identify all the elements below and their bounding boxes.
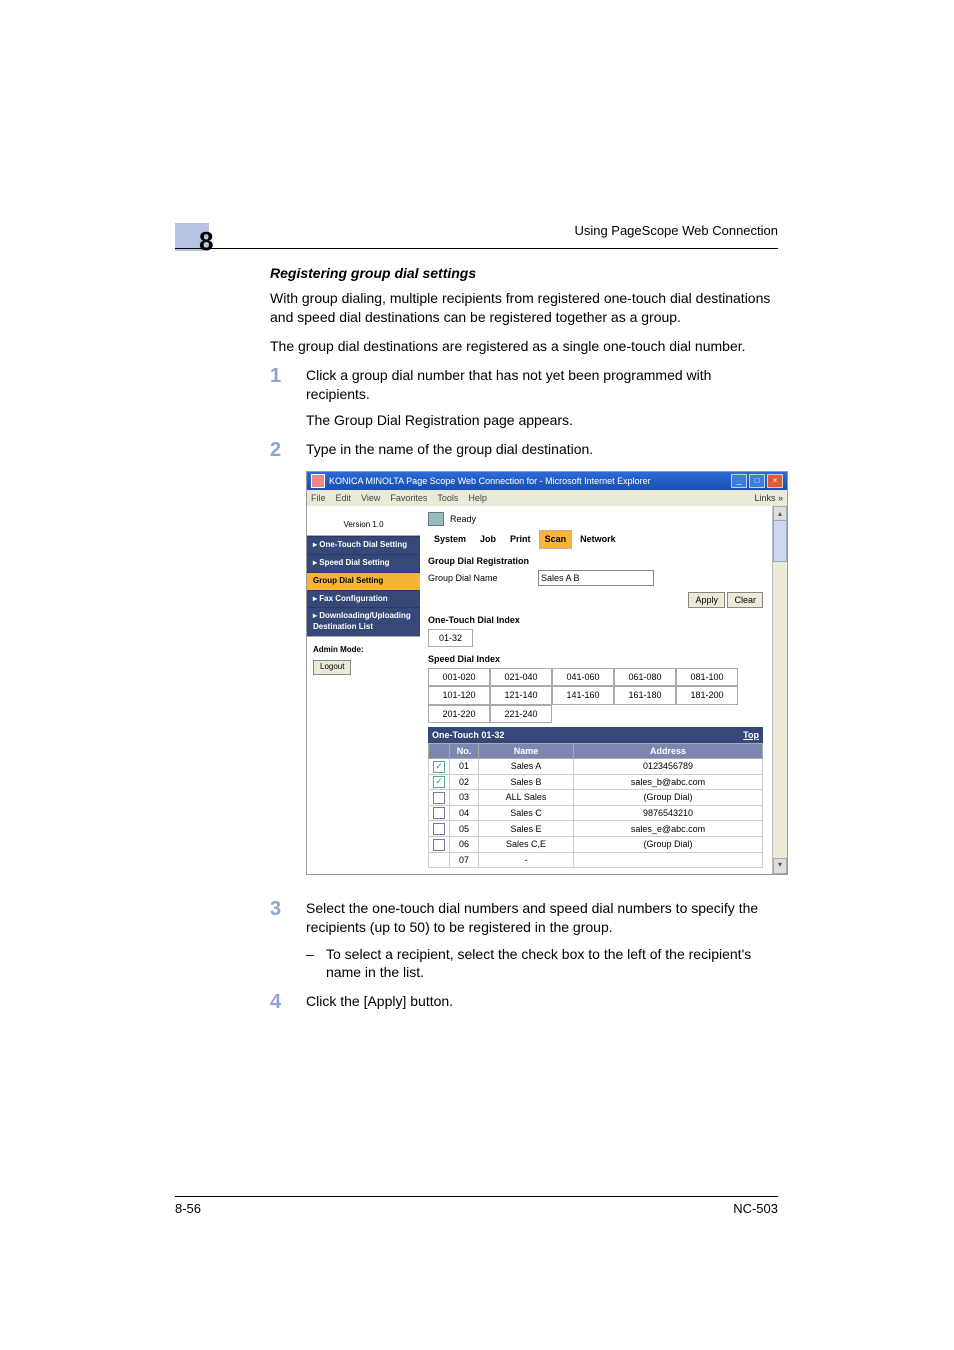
- group-name-label: Group Dial Name: [428, 572, 538, 584]
- header-rule: [175, 248, 778, 249]
- row-checkbox[interactable]: [433, 807, 445, 819]
- running-head: Using PageScope Web Connection: [574, 223, 778, 238]
- step-1-number: 1: [270, 366, 306, 431]
- speed-range[interactable]: 081-100: [676, 668, 738, 686]
- printer-icon: [428, 512, 444, 526]
- speed-range[interactable]: 141-160: [552, 686, 614, 704]
- col-name: Name: [479, 743, 574, 758]
- col-address: Address: [574, 743, 763, 758]
- minimize-button[interactable]: _: [731, 474, 747, 488]
- tab-system[interactable]: System: [428, 530, 472, 548]
- speed-index-title: Speed Dial Index: [428, 653, 763, 665]
- menu-file[interactable]: File: [311, 492, 326, 504]
- intro-paragraph-1: With group dialing, multiple recipients …: [270, 289, 778, 327]
- speed-range[interactable]: 001-020: [428, 668, 490, 686]
- group-name-input[interactable]: [538, 570, 654, 586]
- table-row: 05 Sales E sales_e@abc.com: [429, 821, 763, 837]
- model-number: NC-503: [733, 1201, 778, 1216]
- logout-button[interactable]: Logout: [313, 660, 351, 675]
- intro-paragraph-2: The group dial destinations are register…: [270, 337, 778, 356]
- close-button[interactable]: ×: [767, 474, 783, 488]
- row-checkbox[interactable]: [433, 839, 445, 851]
- table-row: 01 Sales A 0123456789: [429, 758, 763, 774]
- menu-favorites[interactable]: Favorites: [390, 492, 427, 504]
- onetouch-index-value[interactable]: 01-32: [428, 629, 473, 647]
- speed-range[interactable]: 221-240: [490, 705, 552, 723]
- dash-bullet: –: [306, 945, 326, 983]
- table-row: 03 ALL Sales (Group Dial): [429, 790, 763, 806]
- menu-help[interactable]: Help: [468, 492, 487, 504]
- window-titlebar: KONICA MINOLTA Page Scope Web Connection…: [307, 472, 787, 490]
- page-number: 8-56: [175, 1201, 201, 1216]
- col-no: No.: [450, 743, 479, 758]
- content-panel: ▴ ▾ Ready System: [420, 506, 787, 873]
- onetouch-index-title: One-Touch Dial Index: [428, 614, 763, 626]
- sidebar-item-group[interactable]: Group Dial Setting: [307, 572, 420, 590]
- speed-range[interactable]: 061-080: [614, 668, 676, 686]
- speed-range[interactable]: 101-120: [428, 686, 490, 704]
- sidebar: Version 1.0 ▸ One-Touch Dial Setting ▸ S…: [307, 506, 420, 873]
- menu-tools[interactable]: Tools: [437, 492, 458, 504]
- links-label[interactable]: Links »: [754, 492, 783, 504]
- sidebar-item-speed[interactable]: ▸ Speed Dial Setting: [307, 554, 420, 572]
- step-4-body: Click the [Apply] button.: [306, 993, 453, 1009]
- onetouch-table-header: One-Touch 01-32 Top: [428, 727, 763, 743]
- row-checkbox[interactable]: [433, 823, 445, 835]
- window-title: KONICA MINOLTA Page Scope Web Connection…: [329, 475, 651, 487]
- main-tabs: System Job Print Scan Network: [428, 530, 763, 548]
- version-label: Version 1.0: [307, 506, 420, 536]
- scroll-down-icon[interactable]: ▾: [773, 858, 787, 874]
- clear-button[interactable]: Clear: [727, 592, 763, 608]
- speed-range[interactable]: 021-040: [490, 668, 552, 686]
- row-checkbox[interactable]: [433, 761, 445, 773]
- step-3-number: 3: [270, 899, 306, 983]
- step-3-body: Select the one-touch dial numbers and sp…: [306, 900, 758, 935]
- page-footer: 8-56 NC-503: [175, 1196, 778, 1216]
- speed-range[interactable]: 201-220: [428, 705, 490, 723]
- group-registration-title: Group Dial Registration: [428, 555, 763, 567]
- step-3-dash-body: To select a recipient, select the check …: [326, 945, 778, 983]
- scroll-thumb[interactable]: [773, 520, 787, 562]
- table-row: 02 Sales B sales_b@abc.com: [429, 774, 763, 790]
- subheading: Registering group dial settings: [270, 265, 778, 281]
- step-1-body: Click a group dial number that has not y…: [306, 367, 711, 402]
- printer-status: Ready: [450, 513, 476, 525]
- table-row: 07 -: [429, 852, 763, 867]
- tab-print[interactable]: Print: [504, 530, 537, 548]
- menu-view[interactable]: View: [361, 492, 380, 504]
- tab-job[interactable]: Job: [474, 530, 502, 548]
- screenshot-browser-window: KONICA MINOLTA Page Scope Web Connection…: [306, 471, 788, 875]
- apply-button[interactable]: Apply: [688, 592, 725, 608]
- sidebar-item-onetouch[interactable]: ▸ One-Touch Dial Setting: [307, 536, 420, 554]
- chapter-number: 8: [199, 226, 213, 256]
- row-checkbox[interactable]: [433, 776, 445, 788]
- sidebar-item-download[interactable]: ▸ Downloading/Uploading Destination List: [307, 607, 420, 636]
- step-2-number: 2: [270, 440, 306, 888]
- top-link[interactable]: Top: [743, 729, 759, 741]
- menu-edit[interactable]: Edit: [336, 492, 352, 504]
- vertical-scrollbar[interactable]: ▴ ▾: [772, 506, 787, 873]
- speed-range[interactable]: 121-140: [490, 686, 552, 704]
- tab-scan[interactable]: Scan: [539, 530, 573, 548]
- sidebar-item-fax[interactable]: ▸ Fax Configuration: [307, 590, 420, 608]
- speed-range[interactable]: 181-200: [676, 686, 738, 704]
- step-2-body: Type in the name of the group dial desti…: [306, 441, 593, 457]
- step-4-number: 4: [270, 992, 306, 1012]
- chapter-marker: 8: [175, 220, 223, 251]
- admin-mode-block: Admin Mode: Logout: [307, 636, 420, 683]
- row-checkbox[interactable]: [433, 792, 445, 804]
- browser-menubar: File Edit View Favorites Tools Help Link…: [307, 490, 787, 506]
- tab-network[interactable]: Network: [574, 530, 622, 548]
- table-row: 06 Sales C,E (Group Dial): [429, 837, 763, 853]
- step-1-sub: The Group Dial Registration page appears…: [306, 411, 778, 430]
- maximize-button[interactable]: □: [749, 474, 765, 488]
- speed-range[interactable]: 161-180: [614, 686, 676, 704]
- ie-icon: [311, 474, 325, 488]
- onetouch-table: No. Name Address 01 Sales A 0123456789: [428, 743, 763, 868]
- table-row: 04 Sales C 9876543210: [429, 805, 763, 821]
- speed-range[interactable]: 041-060: [552, 668, 614, 686]
